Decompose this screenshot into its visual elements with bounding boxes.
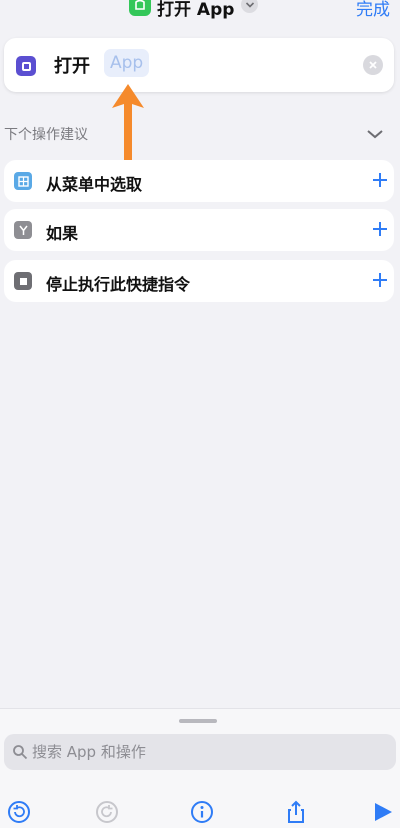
redo-icon[interactable] bbox=[94, 799, 120, 825]
suggestion-item-choose-from-menu[interactable]: 从菜单中选取 bbox=[4, 160, 394, 202]
add-icon[interactable] bbox=[368, 268, 392, 292]
suggestion-label: 从菜单中选取 bbox=[46, 175, 143, 194]
info-icon[interactable] bbox=[189, 799, 215, 825]
suggestion-item-stop-shortcut[interactable]: 停止执行此快捷指令 bbox=[4, 260, 394, 302]
navigation-bar: 打开 App 完成 bbox=[0, 0, 400, 22]
page-title[interactable]: 打开 App bbox=[157, 0, 234, 20]
shortcut-editor: 打开 App 完成 打开 App 下个操作建议 从菜单中选取 如果 停止执行此快… bbox=[0, 0, 400, 828]
suggestions-header: 下个操作建议 bbox=[4, 127, 88, 143]
undo-icon[interactable] bbox=[6, 799, 32, 825]
add-icon[interactable] bbox=[368, 217, 392, 241]
search-icon bbox=[13, 745, 28, 760]
title-chevron-down-icon[interactable] bbox=[241, 0, 258, 13]
sheet-grabber[interactable] bbox=[179, 719, 217, 723]
open-app-icon bbox=[16, 56, 36, 76]
search-input[interactable] bbox=[32, 734, 382, 770]
suggestion-label: 停止执行此快捷指令 bbox=[46, 275, 191, 294]
collapse-chevron-icon[interactable] bbox=[366, 128, 384, 140]
app-parameter-token[interactable]: App bbox=[104, 49, 150, 77]
stop-icon bbox=[14, 272, 32, 290]
share-icon[interactable] bbox=[283, 799, 309, 825]
suggestion-label: 如果 bbox=[46, 224, 79, 243]
shortcut-app-icon bbox=[129, 0, 151, 16]
open-app-action-card[interactable]: 打开 App bbox=[4, 38, 394, 92]
menu-icon bbox=[14, 172, 32, 190]
action-title: 打开 bbox=[54, 56, 90, 77]
add-icon[interactable] bbox=[368, 168, 392, 192]
search-bar[interactable] bbox=[4, 734, 396, 770]
suggestion-item-if[interactable]: 如果 bbox=[4, 209, 394, 251]
action-search-sheet bbox=[0, 708, 400, 828]
play-icon[interactable] bbox=[369, 799, 395, 825]
branch-icon bbox=[14, 221, 32, 239]
done-button[interactable]: 完成 bbox=[356, 0, 390, 20]
clear-icon[interactable] bbox=[363, 55, 383, 75]
